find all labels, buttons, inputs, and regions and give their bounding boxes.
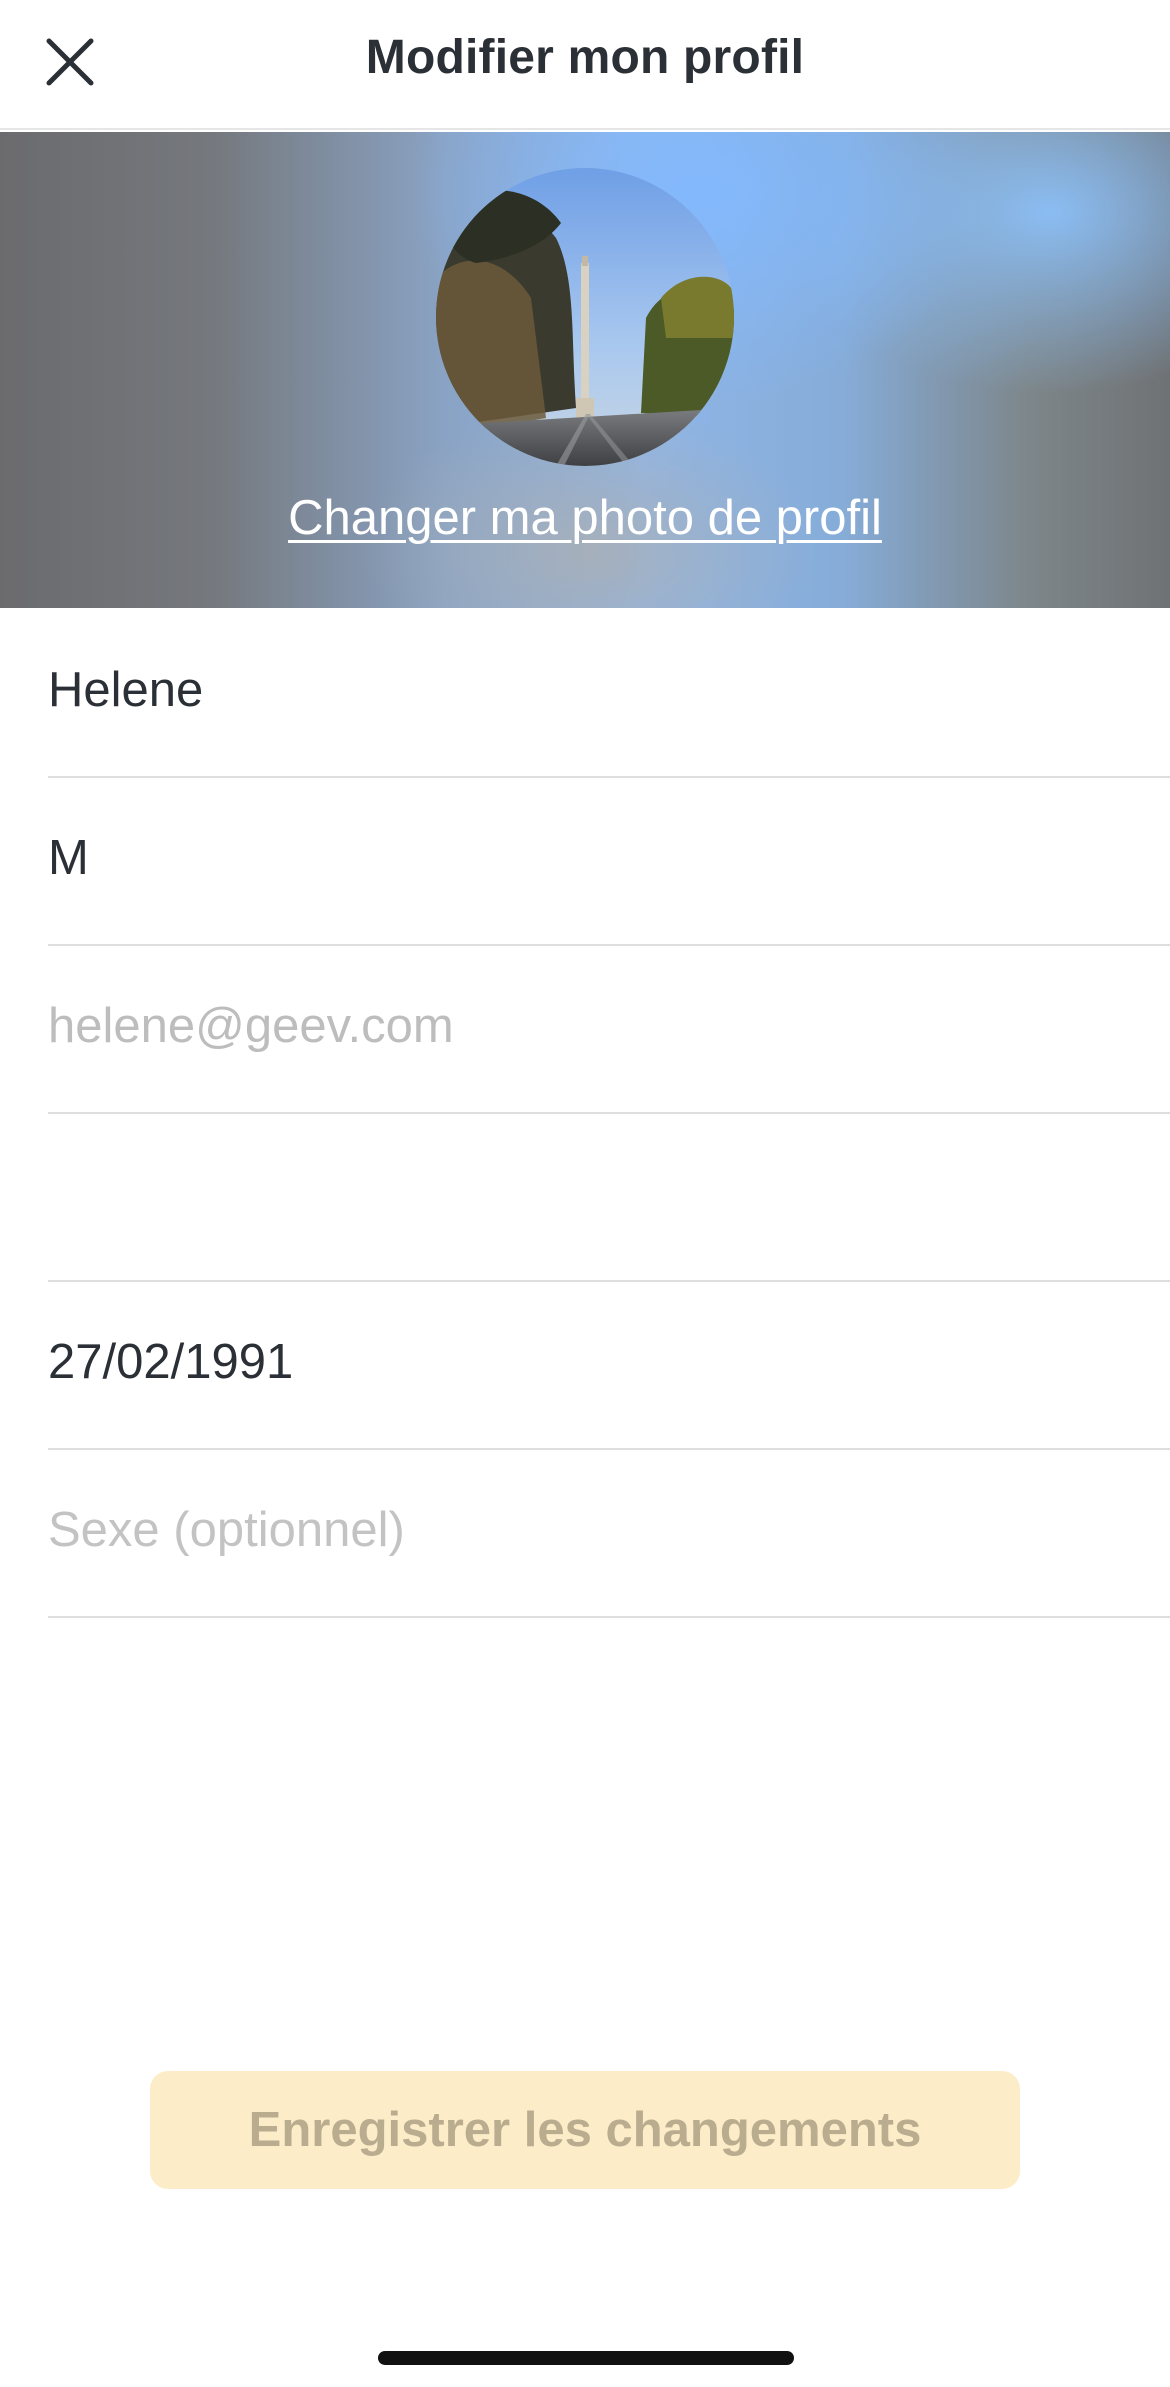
birth-date-field[interactable]: 27/02/1991	[48, 1282, 1170, 1450]
gender-placeholder: Sexe (optionnel)	[48, 1503, 405, 1557]
first-name-value: Helene	[48, 663, 204, 717]
header-bar: Modifier mon profil	[0, 0, 1170, 130]
edit-profile-screen: Modifier mon profil Changer ma photo de …	[0, 0, 1170, 2387]
first-name-field[interactable]: Helene	[48, 610, 1170, 778]
last-name-field[interactable]: M	[48, 778, 1170, 946]
save-changes-button[interactable]: Enregistrer les changements	[150, 2071, 1020, 2189]
phone-field[interactable]	[48, 1114, 1170, 1282]
avatar-photo	[436, 168, 734, 466]
change-photo-link[interactable]: Changer ma photo de profil	[0, 490, 1170, 546]
profile-cover: Changer ma photo de profil	[0, 132, 1170, 608]
gender-field[interactable]: Sexe (optionnel)	[48, 1450, 1170, 1618]
email-value: helene@geev.com	[48, 999, 454, 1053]
avatar[interactable]	[436, 168, 734, 466]
save-changes-label: Enregistrer les changements	[248, 2103, 922, 2157]
home-indicator	[378, 2351, 794, 2365]
email-field: helene@geev.com	[48, 946, 1170, 1114]
last-name-value: M	[48, 831, 89, 885]
birth-date-value: 27/02/1991	[48, 1335, 294, 1389]
page-title: Modifier mon profil	[365, 31, 805, 84]
